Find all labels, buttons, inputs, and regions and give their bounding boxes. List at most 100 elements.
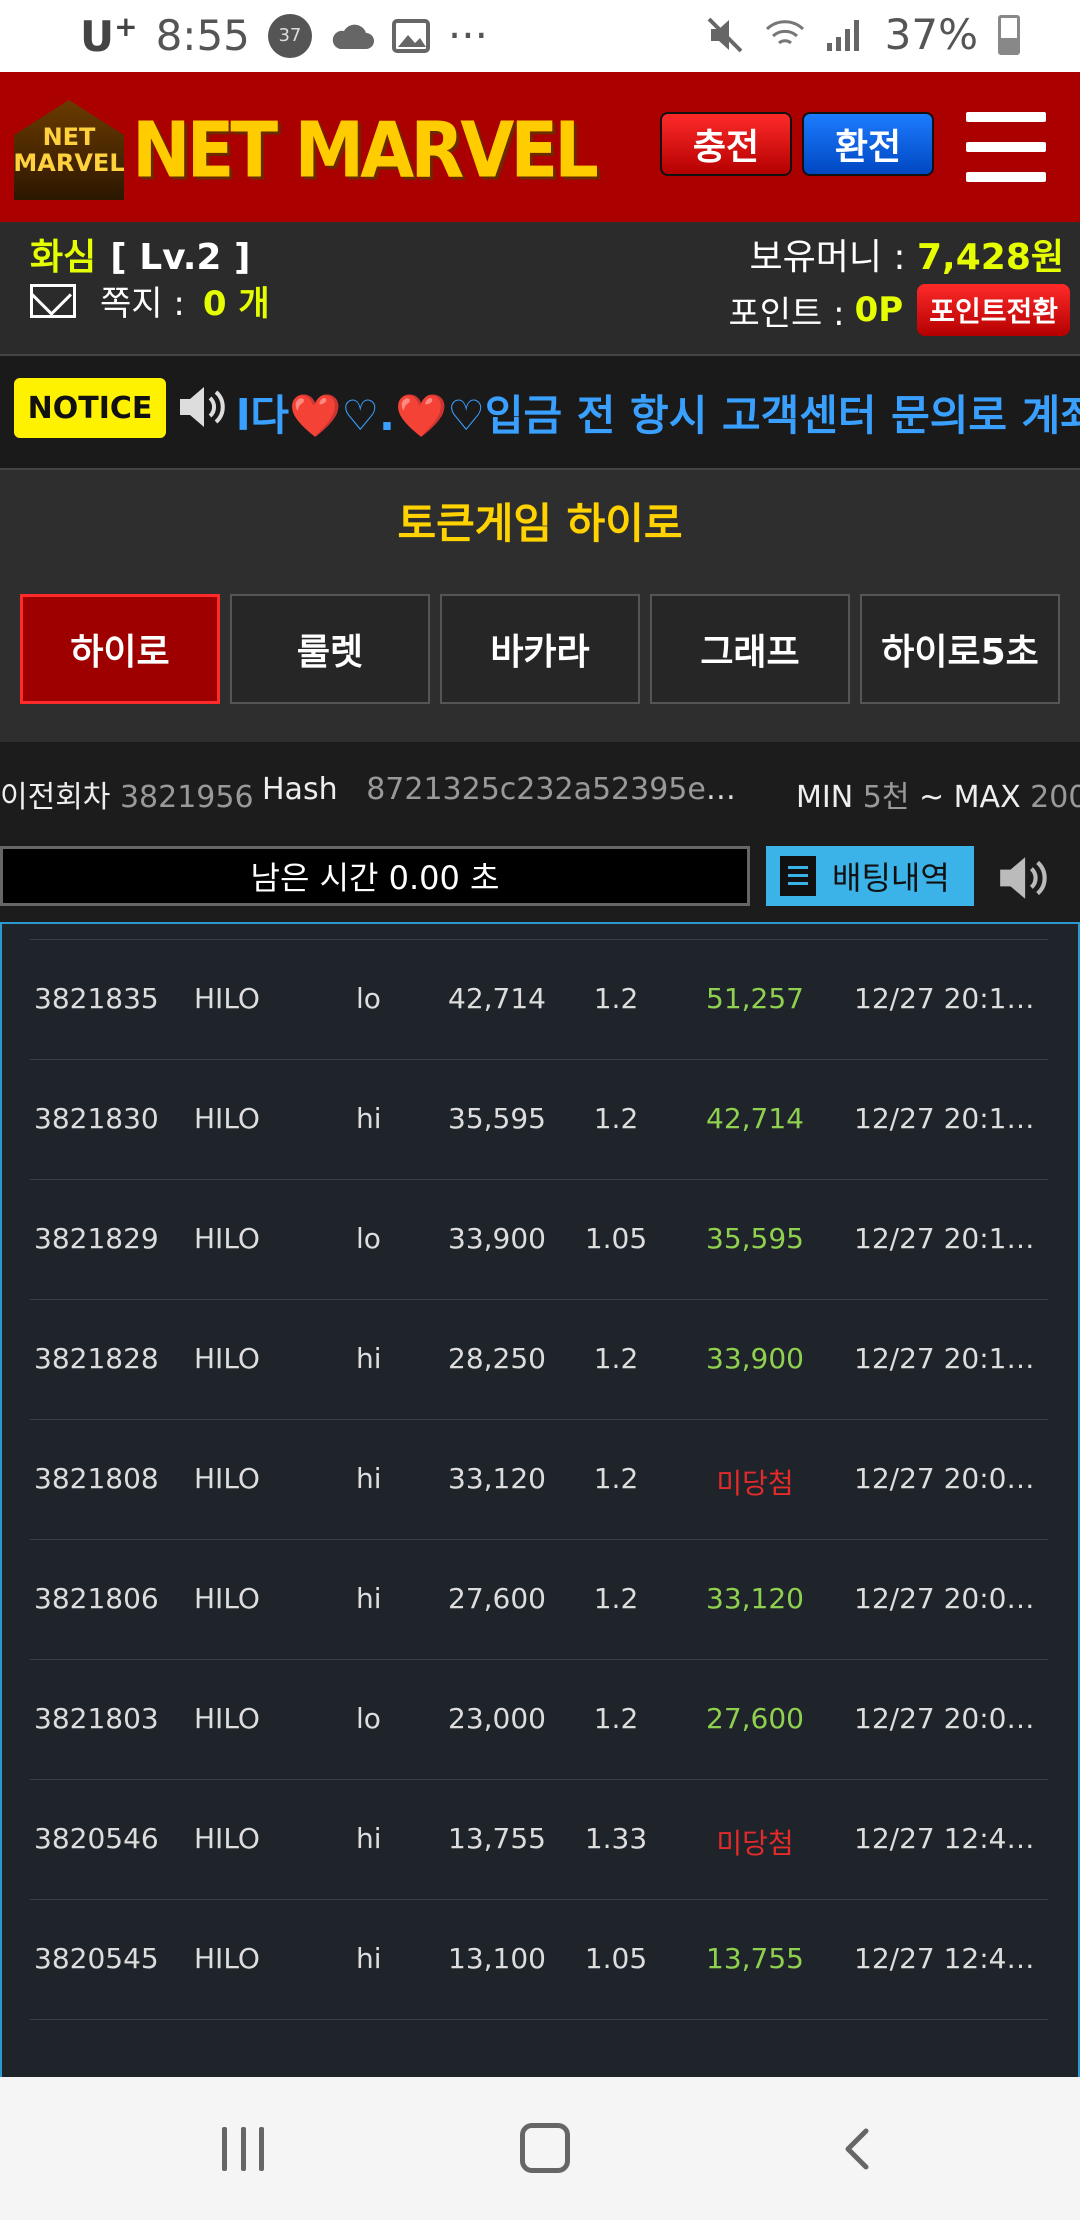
points-value: 0P xyxy=(854,290,904,330)
point-convert-button[interactable]: 포인트전환 xyxy=(917,284,1070,336)
round-id: 3821830 xyxy=(34,1102,159,1135)
min-label: MIN xyxy=(796,780,854,815)
carrier-label: U+ xyxy=(80,10,138,61)
messages-label: 쪽지 : xyxy=(100,284,185,324)
hash-value: 8721325c232a52395e30fe… xyxy=(366,772,752,807)
charge-button[interactable]: 충전 xyxy=(660,112,792,176)
table-row: 3821830 HILO hi 35,595 1.2 42,714 12/27 … xyxy=(30,1060,1048,1180)
tab-baccarat[interactable]: 바카라 xyxy=(440,594,640,704)
round-id: 3820545 xyxy=(34,1942,159,1975)
odds: 1.2 xyxy=(593,1102,639,1135)
table-row: 3820546 HILO hi 13,755 1.33 미당첨 12/27 12… xyxy=(30,1780,1048,1900)
bet-time: 12/27 20:12… xyxy=(854,982,1044,1015)
exchange-button[interactable]: 환전 xyxy=(802,112,934,176)
notice-badge: NOTICE xyxy=(14,378,166,438)
messages-link[interactable]: 쪽지 : 0 개 xyxy=(30,276,270,325)
game-type: HILO xyxy=(194,1222,260,1255)
app-header: NET MARVEL NET MARVEL 충전 환전 xyxy=(0,72,1080,222)
sound-icon[interactable] xyxy=(996,852,1048,904)
logo-badge: NET MARVEL xyxy=(14,100,124,200)
table-row: 3821803 HILO lo 23,000 1.2 27,600 12/27 … xyxy=(30,1660,1048,1780)
hash-info: Hash 8721325c232a52395e30fe… xyxy=(262,772,752,807)
site-logo[interactable]: NET MARVEL NET MARVEL xyxy=(14,100,599,200)
notice-marquee: l다❤️♡.❤️♡입금 전 항시 고객센터 문의로 계좌를 확인 xyxy=(236,391,1080,440)
recent-apps-icon[interactable] xyxy=(222,2127,264,2171)
bet-time: 12/27 20:02… xyxy=(854,1582,1044,1615)
points: 포인트 : 0P 포인트전환 xyxy=(728,284,1070,336)
signal-icon xyxy=(826,19,859,51)
pick: hi xyxy=(356,1582,382,1615)
bet-time: 12/27 12:41… xyxy=(854,1822,1044,1855)
tab-roulette[interactable]: 룰렛 xyxy=(230,594,430,704)
odds: 1.2 xyxy=(593,1702,639,1735)
game-type: HILO xyxy=(194,1582,260,1615)
tab-hilo-5sec[interactable]: 하이로5초 xyxy=(860,594,1060,704)
logo-badge-text: NET MARVEL xyxy=(13,123,125,177)
previous-round-label: 이전회차 xyxy=(0,780,111,815)
speaker-icon xyxy=(180,387,225,427)
max-value: 200만 xyxy=(1030,780,1080,815)
status-bar: U+ 8:55 37 ··· 37% xyxy=(0,0,1080,72)
result: 51,257 xyxy=(706,982,804,1015)
pick: lo xyxy=(356,982,381,1015)
pick: lo xyxy=(356,1702,381,1735)
result: 35,595 xyxy=(706,1222,804,1255)
pick: hi xyxy=(356,1462,382,1495)
balance-label: 보유머니 : xyxy=(749,237,906,278)
result: 33,900 xyxy=(706,1342,804,1375)
user-level: [ Lv.2 ] xyxy=(110,237,251,278)
balance-value: 7,428원 xyxy=(917,237,1064,278)
bet-amount: 42,714 xyxy=(448,982,546,1015)
game-type: HILO xyxy=(194,1822,260,1855)
table-row: 3820545 HILO hi 13,100 1.05 13,755 12/27… xyxy=(30,1900,1048,2020)
user-nickname: 화심 xyxy=(30,237,97,278)
menu-icon[interactable] xyxy=(966,112,1046,182)
odds: 1.2 xyxy=(593,1462,639,1495)
bet-amount: 23,000 xyxy=(448,1702,546,1735)
game-type: HILO xyxy=(194,1102,260,1135)
carrier-name: U xyxy=(80,12,115,61)
carrier-sup: + xyxy=(114,10,138,43)
hash-label: Hash xyxy=(262,772,338,807)
status-left: U+ 8:55 37 ··· xyxy=(80,10,488,61)
back-icon[interactable] xyxy=(836,2127,880,2171)
odds: 1.2 xyxy=(593,1582,639,1615)
bet-time: 12/27 12:41… xyxy=(854,1942,1044,1975)
game-panel: 토큰게임 하이로 하이로 룰렛 바카라 그래프 하이로5초 xyxy=(0,470,1080,742)
system-nav-bar xyxy=(0,2077,1080,2220)
round-id: 3821835 xyxy=(34,982,159,1015)
wifi-icon xyxy=(765,19,804,44)
battery-icon xyxy=(998,14,1020,55)
bet-amount: 33,120 xyxy=(448,1462,546,1495)
pick: hi xyxy=(356,1942,382,1975)
game-type: HILO xyxy=(194,1342,260,1375)
bet-history-table[interactable]: 3821835 HILO lo 42,714 1.2 51,257 12/27 … xyxy=(0,922,1080,2077)
status-right: 37% xyxy=(705,10,1020,59)
battery-percent: 37% xyxy=(884,10,978,59)
points-label: 포인트 : xyxy=(728,293,845,334)
page-title: 토큰게임 하이로 xyxy=(397,499,683,548)
notice-bar: NOTICE l다❤️♡.❤️♡입금 전 항시 고객센터 문의로 계좌를 확인 xyxy=(0,356,1080,470)
pick: hi xyxy=(356,1342,382,1375)
notification-count-icon: 37 xyxy=(267,13,312,58)
bet-amount: 28,250 xyxy=(448,1342,546,1375)
cloud-icon xyxy=(332,24,374,49)
result: 42,714 xyxy=(706,1102,804,1135)
game-type: HILO xyxy=(194,982,260,1015)
round-id: 3820546 xyxy=(34,1822,159,1855)
home-icon[interactable] xyxy=(520,2123,570,2173)
tab-hilo[interactable]: 하이로 xyxy=(20,594,220,704)
pick: hi xyxy=(356,1102,382,1135)
user-info-bar: 화심 [ Lv.2 ] 쪽지 : 0 개 보유머니 : 7,428원 포인트 : … xyxy=(0,222,1080,356)
bet-amount: 27,600 xyxy=(448,1582,546,1615)
max-label: MAX xyxy=(953,780,1021,815)
bet-time: 12/27 20:03… xyxy=(854,1462,1044,1495)
result: 13,755 xyxy=(706,1942,804,1975)
bet-history-button[interactable]: 배팅내역 xyxy=(766,846,974,906)
tab-graph[interactable]: 그래프 xyxy=(650,594,850,704)
logo-text: NET MARVEL xyxy=(132,104,599,196)
table-row: 3821808 HILO hi 33,120 1.2 미당첨 12/27 20:… xyxy=(30,1420,1048,1540)
table-row: 3821806 HILO hi 27,600 1.2 33,120 12/27 … xyxy=(30,1540,1048,1660)
bet-history-label: 배팅내역 xyxy=(832,859,950,897)
timer-row: 남은 시간 0.00 초 배팅내역 xyxy=(0,842,1080,922)
